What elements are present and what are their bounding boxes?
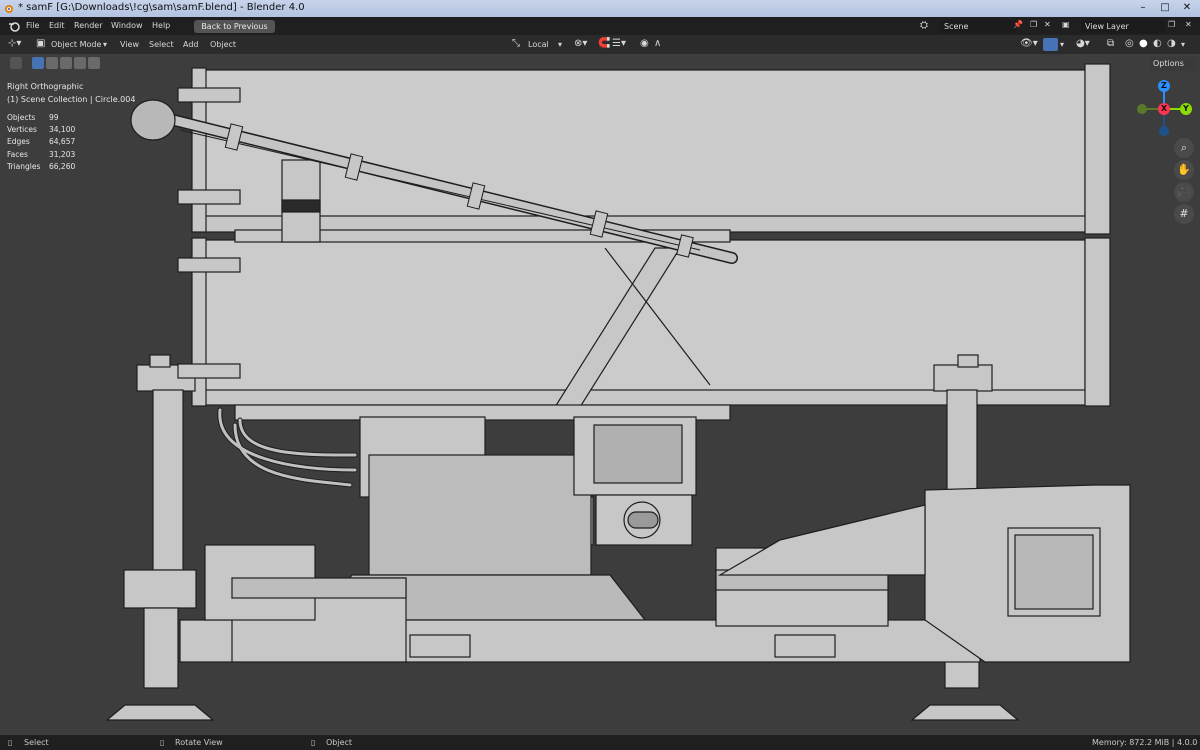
select-mode-new-icon[interactable] [32, 57, 44, 69]
view-layer-field[interactable]: View Layer [1081, 20, 1165, 33]
3d-viewport[interactable]: Options Z Y X ⌕ ✋ 🎥 # [0, 54, 1200, 735]
model-drawing [105, 63, 1131, 721]
remove-scene-icon[interactable]: ✕ [1044, 20, 1051, 29]
menu-view[interactable]: View [120, 40, 139, 49]
stat-row: Faces 31,203 [7, 149, 75, 161]
snap-icon[interactable]: 🧲 [598, 38, 610, 49]
stat-label: Triangles [7, 161, 41, 171]
stat-label: Objects [7, 113, 36, 122]
viewport-info: Right Orthographic (1) Scene Collection … [7, 81, 135, 106]
pan-hand-icon[interactable]: ✋ [1174, 160, 1194, 180]
collection-info: (1) Scene Collection | Circle.004 [7, 94, 136, 104]
scene-field[interactable]: Scene [940, 20, 1016, 33]
gizmo-y-label: Y [1183, 104, 1189, 113]
grid-icon[interactable]: # [1174, 204, 1194, 224]
overlays-icon[interactable]: ◕▾ [1076, 38, 1090, 49]
rendered-shading-icon[interactable]: ◑ [1167, 38, 1176, 49]
camera-icon[interactable]: 🎥 [1174, 182, 1194, 202]
menu-help[interactable]: Help [152, 21, 170, 30]
gizmo-z-label: Z [1161, 81, 1167, 90]
scene-statistics: Objects 99 Vertices 34,100 Edges 64,657 Fac… [7, 112, 75, 173]
mouse-middle-icon: ▯ [160, 738, 165, 747]
menu-add[interactable]: Add [183, 40, 199, 49]
stat-label: Vertices [7, 125, 37, 135]
menu-file[interactable]: File [26, 21, 39, 30]
close-button[interactable]: ✕ [1176, 1, 1198, 15]
maximize-button[interactable]: □ [1154, 1, 1176, 15]
wireframe-shading-icon[interactable]: ◎ [1125, 38, 1134, 49]
status-rotate-view: Rotate View [175, 738, 223, 747]
transform-orientation-icon: ⤡ [512, 38, 520, 49]
new-view-layer-icon[interactable]: ❐ [1168, 20, 1175, 29]
transform-orientation-select[interactable]: Local [528, 40, 549, 49]
memory-info: Memory: 872.2 MiB | 4.0.0 [1092, 738, 1198, 747]
chevron-down-icon: ▾ [1181, 40, 1186, 49]
stat-value: 99 [49, 113, 59, 122]
editor-type-icon[interactable]: ⊹▾ [8, 38, 21, 49]
stat-value: 34,100 [49, 125, 76, 135]
material-shading-icon[interactable]: ◐ [1153, 38, 1162, 49]
pivot-point-icon[interactable]: ⊗▾ [574, 38, 587, 49]
menu-select[interactable]: Select [149, 40, 174, 49]
select-mode-intersect-icon[interactable] [88, 57, 100, 69]
blender-logo-icon [5, 5, 13, 13]
mouse-left-icon: ▯ [8, 738, 13, 747]
gizmo-x-label: X [1161, 104, 1168, 113]
stat-row: Vertices 34,100 [7, 124, 75, 136]
menu-edit[interactable]: Edit [49, 21, 65, 30]
pin-icon[interactable]: 📌 [1013, 20, 1023, 29]
proportional-edit-icon[interactable]: ◉ [640, 38, 649, 49]
zoom-icon[interactable]: ⌕ [1174, 138, 1194, 158]
stat-label: Faces [7, 149, 28, 159]
stat-label: Edges [7, 137, 30, 147]
blender-menu-icon[interactable] [8, 20, 20, 32]
status-bar: ▯ Select ▯ Rotate View ▯ Object Memory: … [0, 735, 1200, 750]
chevron-down-icon: ▾ [103, 40, 108, 49]
menu-window[interactable]: Window [111, 21, 143, 30]
new-scene-icon[interactable]: ❐ [1030, 20, 1037, 29]
mode-select[interactable]: Object Mode [51, 40, 101, 49]
stat-value: 64,657 [49, 137, 76, 147]
options-button[interactable]: Options [1150, 57, 1197, 71]
menu-object[interactable]: Object [210, 40, 236, 49]
title-bar: * samF [G:\Downloads\!cg\sam\samF.blend]… [0, 0, 1200, 17]
select-mode-subtract-icon[interactable] [60, 57, 72, 69]
view-layer-icon[interactable]: ▣ [1062, 20, 1070, 29]
chevron-down-icon: ▾ [1060, 40, 1065, 49]
status-object: Object [326, 738, 353, 747]
visibility-icon[interactable]: 👁▾ [1020, 38, 1038, 49]
back-to-previous-button[interactable]: Back to Previous [194, 20, 275, 33]
stat-value: 31,203 [49, 149, 76, 159]
select-mode-invert-icon[interactable] [74, 57, 86, 69]
stat-row: Edges 64,657 [7, 136, 75, 148]
select-tool-icon[interactable] [10, 57, 22, 69]
select-mode-extend-icon[interactable] [46, 57, 58, 69]
mouse-right-icon: ▯ [311, 738, 316, 747]
view-name: Right Orthographic [7, 82, 84, 91]
minimize-button[interactable]: – [1132, 1, 1154, 15]
top-menu-bar: File Edit Render Window Help Back to Pre… [0, 17, 1200, 35]
window-title: * samF [G:\Downloads\!cg\sam\samF.blend]… [18, 2, 305, 13]
object-mode-icon: ▣ [36, 38, 46, 49]
scene-icon[interactable]: ⛭ [920, 20, 928, 31]
snap-target-icon[interactable]: ☰▾ [612, 38, 626, 49]
stat-value: 66,260 [49, 161, 76, 171]
falloff-icon[interactable]: ∧ [654, 38, 661, 49]
xray-icon[interactable]: ⧉ [1107, 38, 1114, 49]
stat-row: Objects 99 [7, 112, 75, 124]
chevron-down-icon: ▾ [558, 40, 563, 49]
stat-row: Triangles 66,260 [7, 161, 75, 173]
gizmo-toggle-icon[interactable] [1043, 38, 1058, 51]
solid-shading-icon[interactable]: ● [1139, 38, 1148, 49]
menu-render[interactable]: Render [74, 21, 102, 30]
viewport-header: ⊹▾ ▣ Object Mode ▾ View Select Add Objec… [0, 35, 1200, 54]
status-select: Select [24, 738, 49, 747]
remove-view-layer-icon[interactable]: ✕ [1185, 20, 1192, 29]
